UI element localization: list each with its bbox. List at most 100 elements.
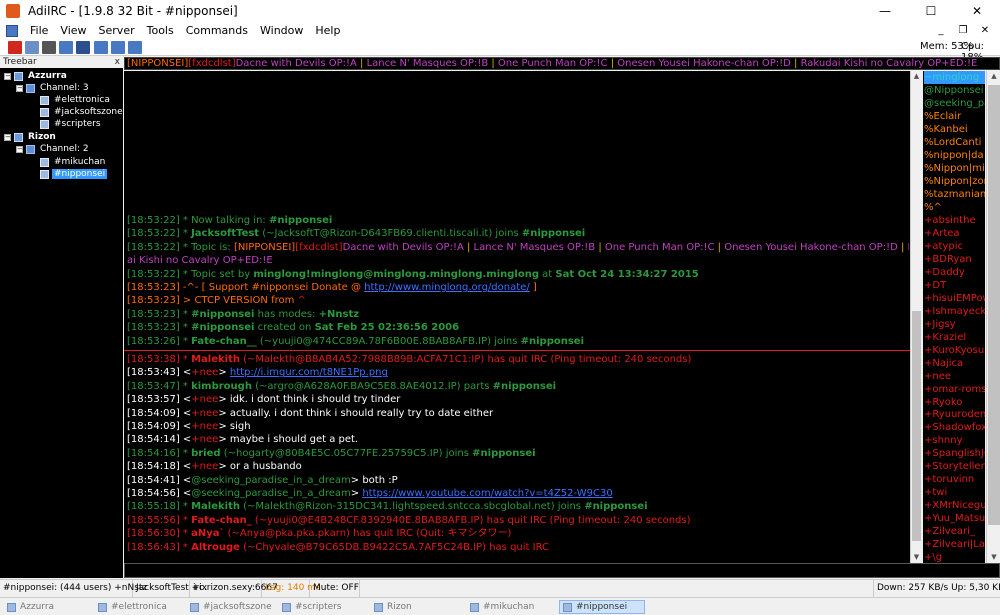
channel-icon xyxy=(470,602,479,612)
nick-list-item[interactable]: +Jigsy xyxy=(924,318,956,331)
menu-file[interactable]: File xyxy=(24,22,54,40)
tree-node-channel-2[interactable]: − Channel: 2 xyxy=(16,143,91,155)
menu-help[interactable]: Help xyxy=(309,22,346,40)
nick-list-item[interactable]: +shnny xyxy=(924,434,963,447)
tree-node-nipponsei[interactable]: #nipponsei xyxy=(40,168,108,180)
options-icon[interactable] xyxy=(25,41,39,54)
nick-list-item[interactable]: +BDRyan xyxy=(924,253,972,266)
tree-node-azzurra[interactable]: − Azzurra xyxy=(4,70,69,82)
switch-button-jacksoftszone[interactable]: #jacksoftszone xyxy=(187,600,273,614)
switch-button-mikuchan[interactable]: #mikuchan xyxy=(467,600,553,614)
mdi-close-button[interactable]: ✕ xyxy=(974,22,996,40)
tree-node-channel-3[interactable]: − Channel: 3 xyxy=(16,82,91,94)
chat-text: [NIPPONSEI] xyxy=(233,241,296,253)
nick-list-item[interactable]: +Ishmayeck xyxy=(924,305,985,318)
switch-button-elettronica[interactable]: #elettronica xyxy=(95,600,181,614)
nick-list-item[interactable]: @seeking_par xyxy=(924,97,985,110)
window-menu-icon[interactable] xyxy=(6,25,18,37)
nick-list-item[interactable]: +DT xyxy=(924,279,946,292)
treebar-close-icon[interactable]: x xyxy=(115,57,120,68)
nick-scroll-down-icon[interactable]: ▼ xyxy=(987,552,1000,563)
switch-button-rizon[interactable]: Rizon xyxy=(371,600,461,614)
chat-link[interactable]: http://i.imgur.com/t8NE1Pp.png xyxy=(230,367,388,378)
scripts-icon[interactable] xyxy=(76,41,90,54)
tree-collapse-icon[interactable]: − xyxy=(16,145,23,153)
nick-list-item[interactable]: +Zilveari|Lapp xyxy=(924,538,985,551)
nick-list-item[interactable]: +Najica xyxy=(924,357,963,370)
nick-list[interactable]: ~minglong@Nipponsei@seeking_par%Eclair%K… xyxy=(923,71,985,563)
nick-list-item[interactable]: +Artea xyxy=(924,227,960,240)
switch-button-nipponsei[interactable]: #nipponsei xyxy=(559,600,645,614)
nick-list-item[interactable]: +Storyteller xyxy=(924,460,985,473)
close-button[interactable]: ✕ xyxy=(954,0,1000,22)
channel-topic[interactable]: [NIPPONSEI][fxdcdlst]Dacne with Devils O… xyxy=(124,57,1000,70)
chat-window[interactable]: [18:53:22] * Now talking in: #nipponsei[… xyxy=(124,71,910,563)
tree-collapse-icon[interactable]: − xyxy=(4,133,11,141)
menu-view[interactable]: View xyxy=(54,22,92,40)
tools-icon[interactable] xyxy=(42,41,56,54)
nick-list-item[interactable]: +Shadowfoxx xyxy=(924,421,985,434)
nick-list-item[interactable]: %LordCanti xyxy=(924,136,981,149)
nick-list-item[interactable]: ~minglong xyxy=(924,71,985,84)
nick-list-item[interactable]: %Nippon|zon xyxy=(924,175,985,188)
tree-node-mikuchan[interactable]: #mikuchan xyxy=(40,156,107,168)
scroll-thumb[interactable] xyxy=(912,311,921,541)
mdi-restore-button[interactable]: ❐ xyxy=(952,22,974,40)
nick-list-item[interactable]: +Ryuuroden xyxy=(924,408,985,421)
nick-scroll-thumb[interactable] xyxy=(988,85,1000,525)
tree-node-scripters[interactable]: #scripters xyxy=(40,118,103,130)
tree-collapse-icon[interactable]: − xyxy=(16,84,23,92)
channel-list-icon[interactable] xyxy=(59,41,73,54)
cascade-icon[interactable] xyxy=(111,41,125,54)
nick-list-item[interactable]: %tazmanian xyxy=(924,188,985,201)
scroll-up-icon[interactable]: ▲ xyxy=(911,71,922,82)
disconnect-icon[interactable] xyxy=(8,41,22,54)
mdi-minimize-button[interactable]: _ xyxy=(930,22,952,40)
chat-text: +nee xyxy=(191,407,219,419)
tree-node-elettronica[interactable]: #elettronica xyxy=(40,94,112,106)
nick-list-item[interactable]: %nippon|da xyxy=(924,149,984,162)
nick-list-item[interactable]: +absinthe xyxy=(924,214,976,227)
nick-list-item[interactable]: +Daddy xyxy=(924,266,965,279)
nick-list-item[interactable]: %Eclair xyxy=(924,110,961,123)
chat-scrollbar[interactable]: ▲ ▼ xyxy=(910,71,921,563)
switch-button-azzurra[interactable]: Azzurra xyxy=(4,600,90,614)
nick-list-item[interactable]: %Kanbei xyxy=(924,123,968,136)
menu-commands[interactable]: Commands xyxy=(180,22,254,40)
chat-link[interactable]: https://www.youtube.com/watch?v=t4Z52-W9… xyxy=(362,488,612,499)
chat-text: +nee xyxy=(191,421,219,432)
switch-button-scripters[interactable]: #scripters xyxy=(279,600,365,614)
tree-node-jacksoftszone[interactable]: #jacksoftszone xyxy=(40,106,125,118)
chat-link[interactable]: http://www.minglong.org/donate/ xyxy=(364,282,530,293)
nick-list-item[interactable]: +omar-roms xyxy=(924,383,985,396)
tree-collapse-icon[interactable]: − xyxy=(4,72,11,80)
tree-node-rizon[interactable]: − Rizon xyxy=(4,131,58,143)
nick-list-item[interactable]: +hisuiEMPow xyxy=(924,292,985,305)
nick-list-item[interactable]: +toruvinn xyxy=(924,473,974,486)
nick-list-item[interactable]: +\g xyxy=(924,551,942,563)
nick-list-item[interactable]: +Zilveari_ xyxy=(924,525,975,538)
nick-list-item[interactable]: +atypic xyxy=(924,240,963,253)
maximize-button[interactable]: ☐ xyxy=(908,0,954,22)
nick-list-item[interactable]: +SpanglishJC xyxy=(924,447,985,460)
nick-list-item[interactable]: +nee xyxy=(924,370,951,383)
menu-tools[interactable]: Tools xyxy=(141,22,180,40)
menu-server[interactable]: Server xyxy=(93,22,141,40)
minimize-button[interactable]: — xyxy=(862,0,908,22)
nick-list-item[interactable]: +Yuu_Matsuu xyxy=(924,512,985,525)
nick-list-item[interactable]: +Kraziel xyxy=(924,331,966,344)
nick-list-item[interactable]: +twi xyxy=(924,486,947,499)
nick-list-item[interactable]: @Nipponsei xyxy=(924,84,984,97)
nick-list-item[interactable]: +XMrNiceguyX xyxy=(924,499,985,512)
nick-list-item[interactable]: +Ryoko xyxy=(924,396,962,409)
nick-list-item[interactable]: %Nippon|mir xyxy=(924,162,985,175)
scroll-down-icon[interactable]: ▼ xyxy=(911,552,922,563)
nick-list-item[interactable]: +KuroKyosuk xyxy=(924,344,985,357)
message-input[interactable] xyxy=(124,563,1000,578)
nick-list-item[interactable]: %^ xyxy=(924,201,942,214)
tile-icon[interactable] xyxy=(94,41,108,54)
nicklist-scrollbar[interactable]: ▲ ▼ xyxy=(986,71,1000,563)
nick-scroll-up-icon[interactable]: ▲ xyxy=(987,71,1000,82)
arrange-icon[interactable] xyxy=(128,41,142,54)
menu-window[interactable]: Window xyxy=(254,22,309,40)
